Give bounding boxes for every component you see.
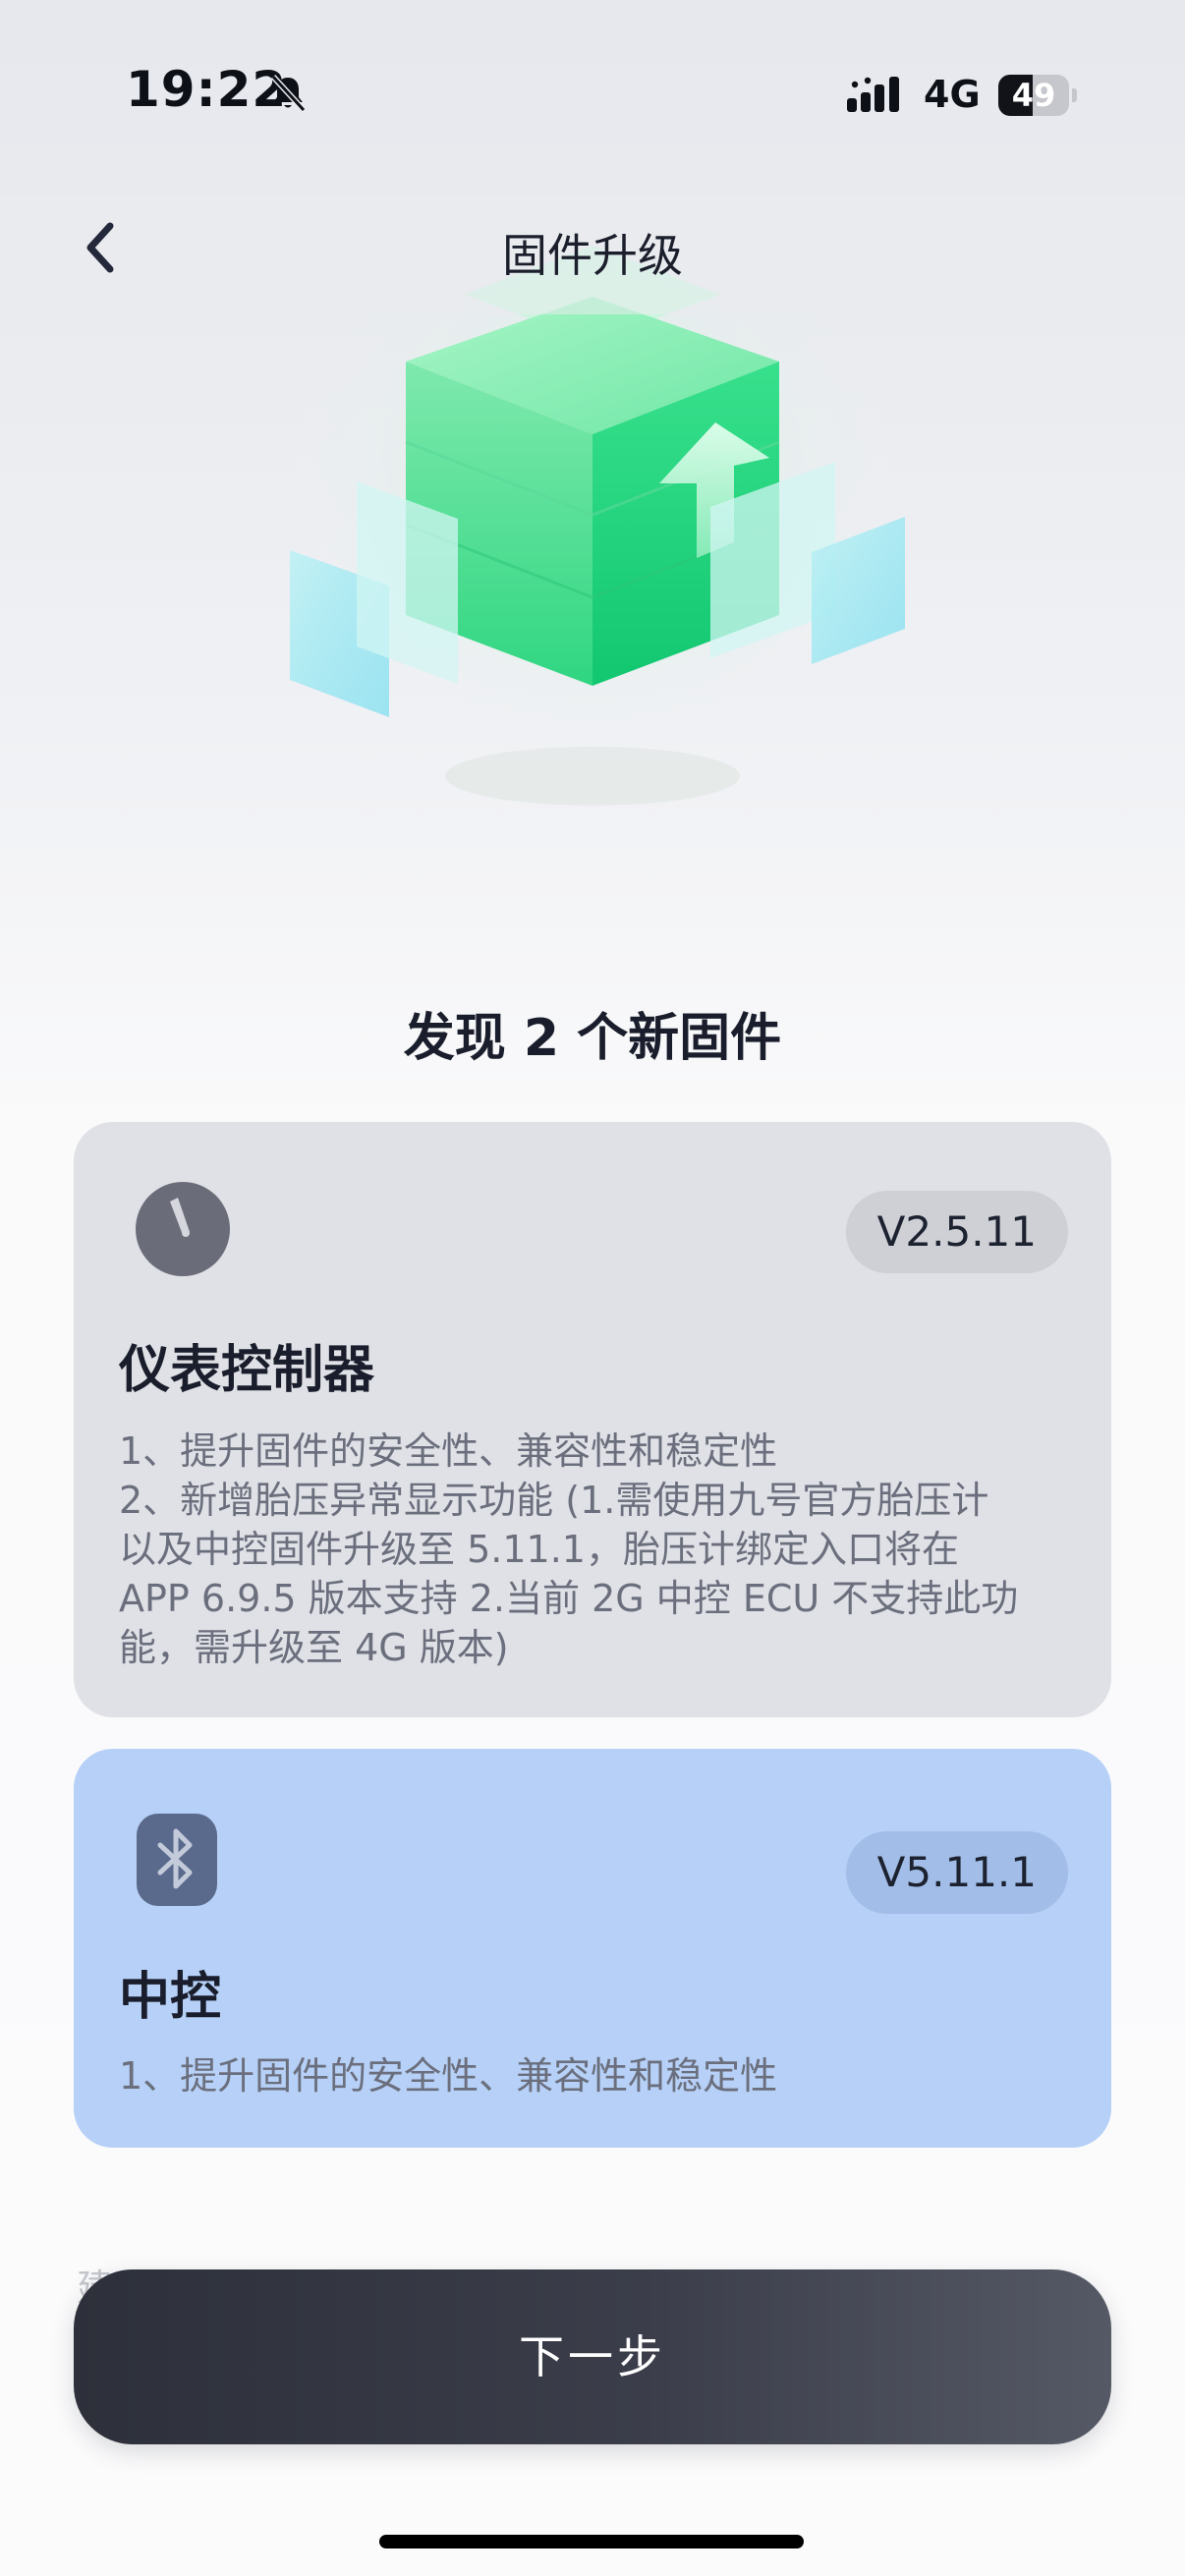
firmware-card-central-control[interactable]: V5.11.1 中控 1、提升固件的安全性、兼容性和稳定性 xyxy=(74,1749,1111,2148)
nav-bar: 固件升级 xyxy=(0,196,1185,314)
version-badge: V5.11.1 xyxy=(845,1831,1068,1914)
next-step-button[interactable]: 下一步 xyxy=(74,2269,1111,2444)
battery-cap xyxy=(1072,88,1077,102)
release-note-line: 2、新增胎压异常显示功能 (1.需使用九号官方胎压计 xyxy=(119,1479,989,1522)
battery-percentage: 49 xyxy=(1011,77,1056,114)
release-note-line: 能，需升级至 4G 版本) xyxy=(119,1626,509,1669)
bell-slash-icon xyxy=(270,74,307,113)
release-notes: 1、提升固件的安全性、兼容性和稳定性 xyxy=(119,2051,1066,2100)
release-note-line: 1、提升固件的安全性、兼容性和稳定性 xyxy=(119,1429,778,1473)
firmware-name: 仪表控制器 xyxy=(119,1341,375,1400)
gauge-dial-icon xyxy=(136,1182,230,1276)
firmware-upgrade-illustration xyxy=(278,226,907,806)
network-type: 4G xyxy=(924,73,981,116)
release-note-line: 以及中控固件升级至 5.11.1，胎压计绑定入口将在 xyxy=(119,1528,959,1571)
firmware-card-dashboard-controller[interactable]: V2.5.11 仪表控制器 1、提升固件的安全性、兼容性和稳定性 2、新增胎压异… xyxy=(74,1122,1111,1717)
page-title: 固件升级 xyxy=(502,229,683,282)
firmware-name: 中控 xyxy=(119,1968,222,2027)
release-notes: 1、提升固件的安全性、兼容性和稳定性 2、新增胎压异常显示功能 (1.需使用九号… xyxy=(119,1427,1066,1672)
status-time: 19:22 xyxy=(126,61,288,118)
new-firmware-headline: 发现 2 个新固件 xyxy=(403,1009,782,1068)
status-bar: 19:22 4G 49 xyxy=(0,0,1185,196)
version-badge: V2.5.11 xyxy=(845,1191,1068,1273)
release-note-line: APP 6.9.5 版本支持 2.当前 2G 中控 ECU 不支持此功 xyxy=(119,1577,1019,1620)
cellular-signal-icon xyxy=(847,77,899,112)
home-indicator[interactable] xyxy=(379,2535,804,2548)
bluetooth-icon xyxy=(137,1814,217,1906)
battery-indicator: 49 xyxy=(998,75,1077,116)
release-note-line: 1、提升固件的安全性、兼容性和稳定性 xyxy=(119,2054,778,2098)
